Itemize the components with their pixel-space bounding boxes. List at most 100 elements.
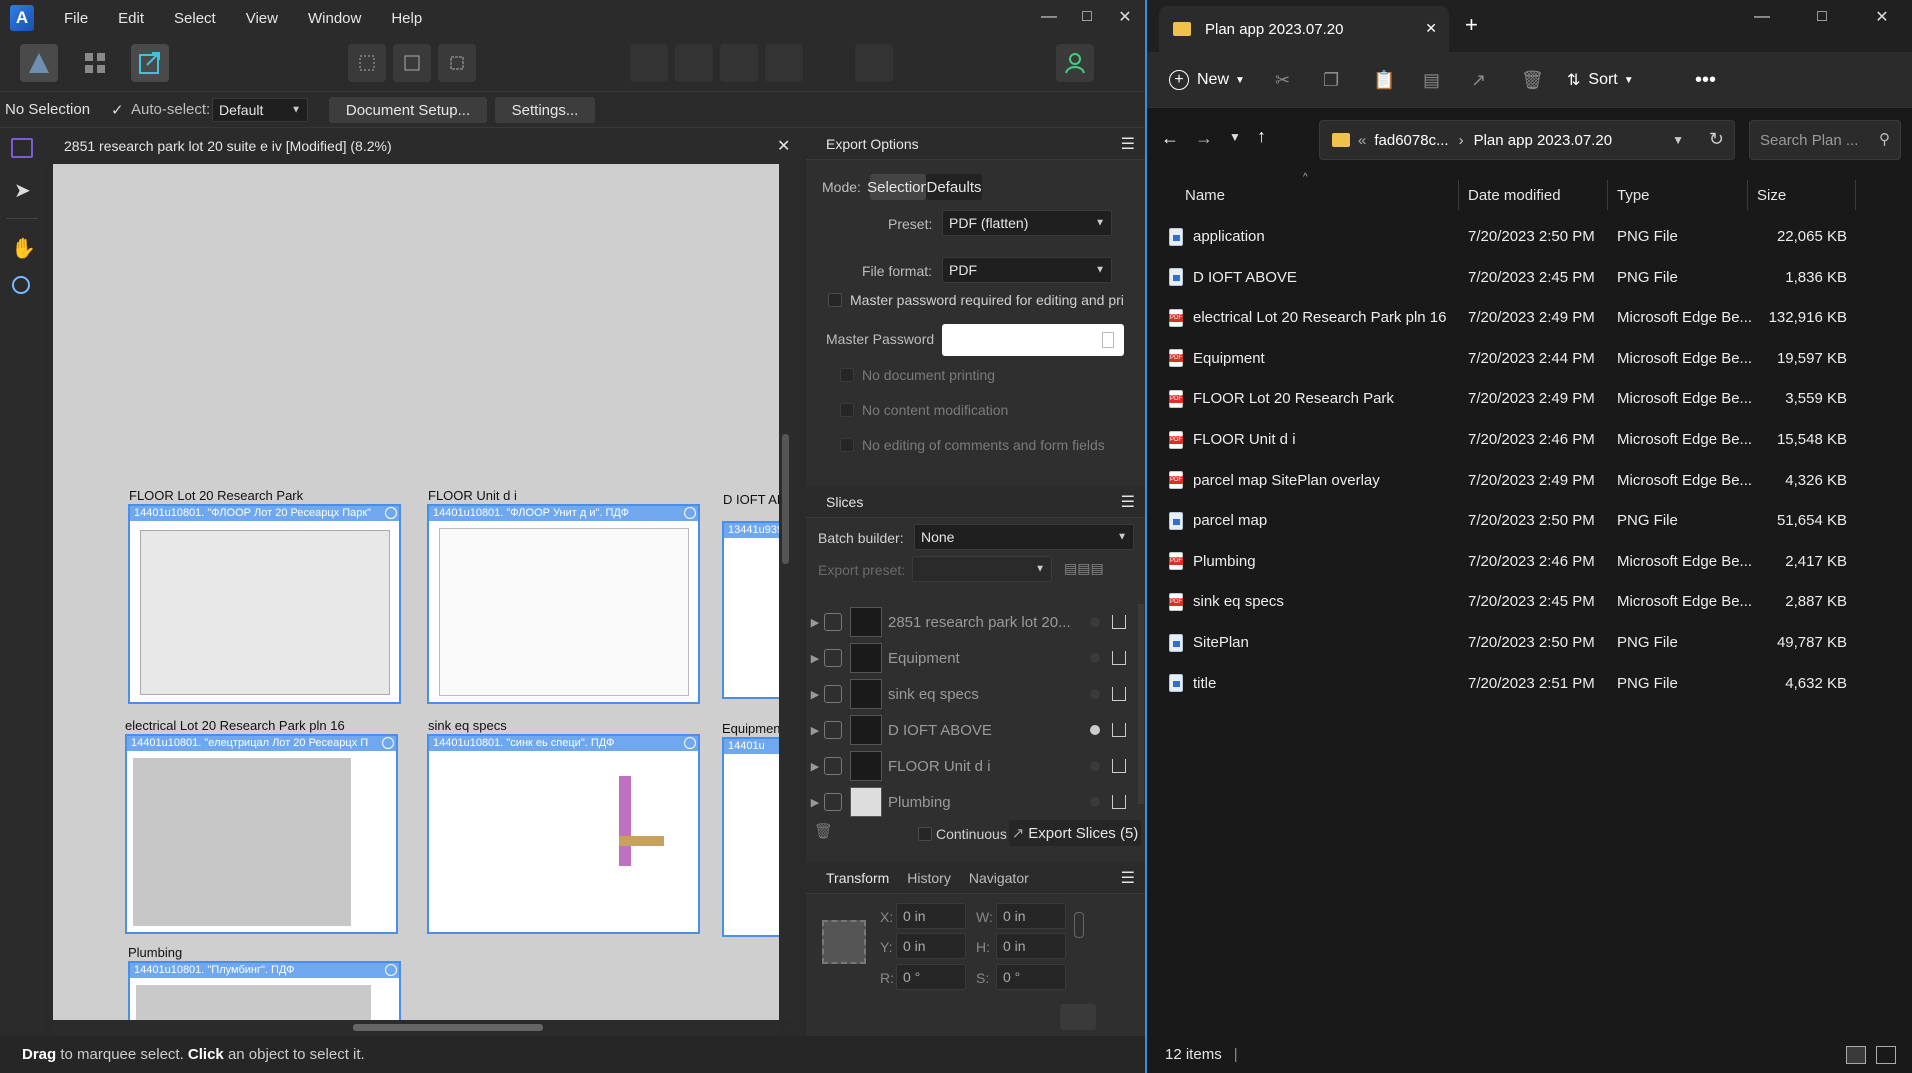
file-row[interactable]: application 7/20/2023 2:50 PM PNG File 22,0… xyxy=(1147,216,1912,257)
export-slices-button[interactable]: ↗ Export Slices (5) xyxy=(1009,820,1141,846)
up-icon[interactable]: ↑ xyxy=(1257,126,1266,147)
export-slice-icon[interactable] xyxy=(1112,651,1126,665)
file-row[interactable]: sink eq specs 7/20/2023 2:45 PM Microsoft … xyxy=(1147,581,1912,622)
vertical-scrollbar[interactable] xyxy=(779,164,793,1020)
continuous-checkbox[interactable] xyxy=(918,827,932,841)
maximize-icon[interactable]: □ xyxy=(1068,0,1106,34)
forward-icon[interactable]: → xyxy=(1195,128,1213,149)
slice-thumbnail[interactable]: 14401u10801. "ФЛООР Унит д и". ПДФ xyxy=(427,504,700,704)
slice-actions-icon[interactable]: ▤▤▤ xyxy=(1064,560,1124,580)
batch-builder-dropdown[interactable]: None ▼ xyxy=(914,524,1134,550)
no-modification-checkbox[interactable] xyxy=(840,403,854,417)
close-document-icon[interactable]: ✕ xyxy=(777,136,790,156)
scroll-thumb[interactable] xyxy=(782,434,789,564)
export-slice-icon[interactable] xyxy=(1112,723,1126,737)
column-separator[interactable] xyxy=(1747,180,1748,210)
file-row[interactable]: D IOFT ABOVE 7/20/2023 2:45 PM PNG File 1,8… xyxy=(1147,257,1912,298)
expand-arrow-icon[interactable]: ▶ xyxy=(806,616,824,629)
column-separator[interactable] xyxy=(1607,180,1608,210)
column-separator[interactable] xyxy=(1458,180,1459,210)
expand-arrow-icon[interactable]: ▶ xyxy=(806,688,824,701)
transform-origin-icon[interactable] xyxy=(1060,1004,1096,1030)
slice-row[interactable]: ▶ FLOOR Unit d i xyxy=(806,748,1136,784)
menu-help[interactable]: Help xyxy=(391,10,422,27)
slice-handle-icon[interactable] xyxy=(385,507,397,519)
menu-select[interactable]: Select xyxy=(174,10,216,27)
close-icon[interactable]: ✕ xyxy=(1106,0,1144,34)
slice-thumbnail[interactable]: 14401u10801. "елецтрицал Лот 20 Ресеарцх… xyxy=(125,734,398,934)
slices-scrollbar[interactable] xyxy=(1138,604,1144,804)
minimize-icon[interactable]: — xyxy=(1030,0,1068,34)
file-row[interactable]: FLOOR Unit d i 7/20/2023 2:46 PM Microsoft… xyxy=(1147,419,1912,460)
more-options-icon[interactable]: ••• xyxy=(1695,52,1716,108)
no-editing-checkbox[interactable] xyxy=(840,438,854,452)
slice-handle-icon[interactable] xyxy=(684,507,696,519)
shear-input[interactable]: 0 ° xyxy=(996,964,1066,990)
zoom-tool-icon[interactable] xyxy=(12,276,30,294)
expand-arrow-icon[interactable]: ▶ xyxy=(806,760,824,773)
expand-arrow-icon[interactable]: ▶ xyxy=(806,796,824,809)
settings-button[interactable]: Settings... xyxy=(495,97,595,123)
preset-dropdown[interactable]: PDF (flatten) ▼ xyxy=(942,210,1112,236)
address-box[interactable]: « fad6078c... › Plan app 2023.07.20 ▼ ↻ xyxy=(1319,120,1735,160)
column-type[interactable]: Type xyxy=(1617,176,1650,214)
clipboard-icon[interactable] xyxy=(1102,332,1114,348)
export-persona-icon[interactable] xyxy=(131,44,169,82)
horizontal-scrollbar[interactable] xyxy=(53,1020,779,1036)
auto-select-dropdown[interactable]: Default ▼ xyxy=(212,98,308,122)
rename-icon[interactable]: ▤ xyxy=(1423,52,1440,108)
anchor-selector-icon[interactable] xyxy=(822,920,866,964)
slice-handle-icon[interactable] xyxy=(385,964,397,976)
y-input[interactable]: 0 in xyxy=(896,933,966,959)
copy-icon[interactable]: ❐ xyxy=(1323,52,1339,108)
mode-defaults-button[interactable]: Defaults xyxy=(926,174,982,200)
slice-row[interactable]: ▶ D IOFT ABOVE xyxy=(806,712,1136,748)
select-all-icon[interactable] xyxy=(348,44,386,82)
scroll-thumb[interactable] xyxy=(353,1024,543,1031)
tiles-view-icon[interactable] xyxy=(1876,1046,1896,1064)
panel-menu-icon[interactable]: ☰ xyxy=(1121,492,1135,512)
select-slices-icon[interactable] xyxy=(393,44,431,82)
document-setup-button[interactable]: Document Setup... xyxy=(329,97,487,123)
menu-window[interactable]: Window xyxy=(308,10,361,27)
export-slice-icon[interactable] xyxy=(1112,687,1126,701)
close-tab-icon[interactable]: ✕ xyxy=(1425,20,1437,37)
slice-thumbnail[interactable]: 14401u10801. "ФЛООР Лот 20 Ресеарцх Парк… xyxy=(128,504,401,704)
refresh-icon[interactable]: ↻ xyxy=(1709,129,1724,150)
rotation-input[interactable]: 0 ° xyxy=(896,964,966,990)
paste-icon[interactable]: 📋 xyxy=(1373,52,1395,108)
apps-grid-icon[interactable] xyxy=(76,44,114,82)
trash-icon[interactable]: 🗑 xyxy=(814,822,833,840)
minimize-icon[interactable]: — xyxy=(1732,0,1792,34)
hand-tool-icon[interactable]: ✋ xyxy=(11,236,36,261)
slice-handle-icon[interactable] xyxy=(382,737,394,749)
file-format-dropdown[interactable]: PDF ▼ xyxy=(942,257,1112,283)
overflow-chevron-icon[interactable]: « xyxy=(1358,132,1366,149)
slice-thumbnail[interactable]: 14401u10801. "Плумбинг". ПДФ xyxy=(128,961,401,1020)
export-slice-icon[interactable] xyxy=(1112,759,1126,773)
file-row[interactable]: Equipment 7/20/2023 2:44 PM Microsoft Edge… xyxy=(1147,338,1912,379)
menu-edit[interactable]: Edit xyxy=(118,10,144,27)
no-printing-checkbox[interactable] xyxy=(840,368,854,382)
mode-selection-button[interactable]: Selection xyxy=(867,174,929,200)
export-slice-icon[interactable] xyxy=(1112,795,1126,809)
slice-thumbnail[interactable]: 14401u xyxy=(722,737,779,937)
recent-locations-icon[interactable]: ▼ xyxy=(1229,130,1241,144)
share-icon[interactable]: ↗ xyxy=(1471,52,1486,108)
file-row[interactable]: electrical Lot 20 Research Park pln 16 7/… xyxy=(1147,297,1912,338)
close-icon[interactable]: ✕ xyxy=(1852,0,1912,34)
column-size[interactable]: Size xyxy=(1757,176,1786,214)
move-tool-icon[interactable]: ➤ xyxy=(14,178,31,203)
master-password-checkbox[interactable] xyxy=(828,293,842,307)
details-view-icon[interactable] xyxy=(1846,1046,1866,1064)
h-input[interactable]: 0 in xyxy=(996,933,1066,959)
expand-arrow-icon[interactable]: ▶ xyxy=(806,724,824,737)
column-name[interactable]: Name xyxy=(1185,176,1225,214)
menu-view[interactable]: View xyxy=(246,10,278,27)
slice-row[interactable]: ▶ sink eq specs xyxy=(806,676,1136,712)
cut-icon[interactable]: ✂ xyxy=(1275,52,1290,108)
user-account-icon[interactable] xyxy=(1056,44,1094,82)
slice-thumbnail[interactable]: 13441u939 xyxy=(722,521,779,699)
breadcrumb-root[interactable]: fad6078c... xyxy=(1374,132,1448,149)
back-icon[interactable]: ← xyxy=(1161,128,1179,149)
